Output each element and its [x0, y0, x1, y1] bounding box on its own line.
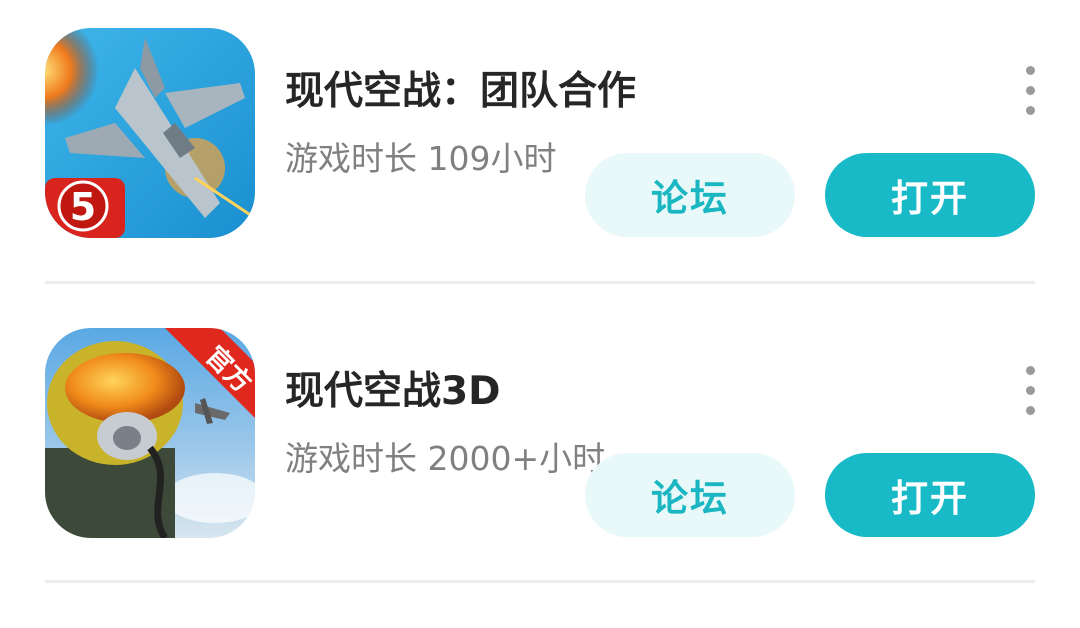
- more-options-icon[interactable]: [1015, 66, 1045, 116]
- play-time: 游戏时长 2000+小时: [285, 439, 606, 478]
- more-options-icon[interactable]: [1015, 366, 1045, 416]
- dot: [1026, 106, 1035, 115]
- divider: [45, 580, 1035, 583]
- open-button[interactable]: 打开: [825, 153, 1035, 237]
- forum-button[interactable]: 论坛: [585, 153, 795, 237]
- dot: [1026, 66, 1035, 75]
- game-title: 现代空战：团队合作: [285, 69, 637, 114]
- game-title: 现代空战3D: [285, 369, 501, 414]
- forum-button[interactable]: 论坛: [585, 453, 795, 537]
- dot: [1026, 86, 1035, 95]
- game-list-item[interactable]: 5 现代空战：团队合作 游戏时长 109小时 论坛 打开: [0, 28, 1080, 318]
- dot: [1026, 386, 1035, 395]
- open-button[interactable]: 打开: [825, 453, 1035, 537]
- dot: [1026, 366, 1035, 375]
- modern-combat-jet-icon[interactable]: 5: [45, 28, 255, 238]
- game-list-item[interactable]: 官方 现代空战3D 游戏时长 2000+小时 论坛 打开: [0, 328, 1080, 618]
- pilot-helmet-icon[interactable]: 官方: [45, 328, 255, 538]
- dot: [1026, 406, 1035, 415]
- divider: [45, 281, 1035, 284]
- badge-number: 5: [70, 185, 96, 229]
- play-time: 游戏时长 109小时: [285, 139, 557, 178]
